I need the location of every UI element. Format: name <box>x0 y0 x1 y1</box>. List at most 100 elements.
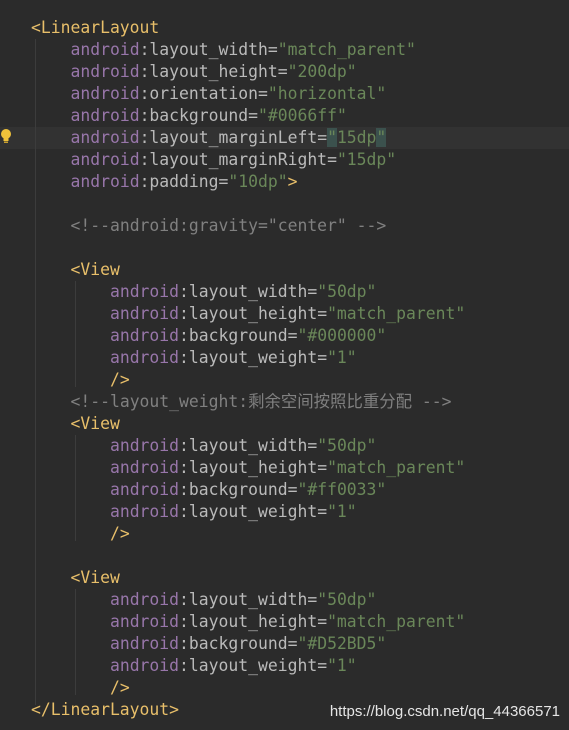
code-token: android <box>109 458 180 477</box>
code-line[interactable]: android:padding="10dp"> <box>0 171 569 193</box>
code-token: = <box>317 128 328 147</box>
indent-guide <box>75 281 76 387</box>
code-token: = <box>317 348 328 367</box>
code-line[interactable]: android:layout_marginRight="15dp" <box>0 149 569 171</box>
code-line[interactable]: <View <box>0 413 569 435</box>
code-token: :orientation <box>139 84 258 103</box>
code-line[interactable]: android:layout_weight="1" <box>0 347 569 369</box>
code-line-text: android:background="#ff0033" <box>31 479 386 501</box>
code-line[interactable]: android:layout_weight="1" <box>0 655 569 677</box>
code-token: android <box>70 62 140 81</box>
code-token: "1" <box>327 502 357 521</box>
code-token: = <box>317 304 328 323</box>
code-line[interactable]: android:layout_width="50dp" <box>0 589 569 611</box>
code-token: = <box>267 40 278 59</box>
code-token: android <box>109 326 180 345</box>
code-token: "match_parent" <box>277 40 416 59</box>
code-line[interactable]: android:layout_width="50dp" <box>0 281 569 303</box>
code-token: "10dp" <box>228 172 288 191</box>
code-line[interactable]: <!--layout_weight:剩余空间按照比重分配 --> <box>0 391 569 413</box>
code-token: > <box>287 172 298 191</box>
code-token: :layout_height <box>139 62 278 81</box>
code-token: :layout_width <box>179 436 308 455</box>
code-line[interactable]: android:background="#000000" <box>0 325 569 347</box>
code-line[interactable]: android:layout_height="match_parent" <box>0 303 569 325</box>
code-token: android <box>109 502 180 521</box>
code-line[interactable]: android:orientation="horizontal" <box>0 83 569 105</box>
code-line[interactable]: android:layout_width="50dp" <box>0 435 569 457</box>
indent-guide <box>35 39 36 705</box>
code-line[interactable]: <View <box>0 567 569 589</box>
code-token: "50dp" <box>317 436 377 455</box>
code-line-text: android:layout_height="match_parent" <box>31 303 465 325</box>
code-token: :layout_width <box>179 282 308 301</box>
code-line-text: android:orientation="horizontal" <box>31 83 386 105</box>
code-token: "match_parent" <box>327 612 466 631</box>
code-token: = <box>307 590 318 609</box>
code-token: <!--android:gravity="center" --> <box>70 216 387 235</box>
code-line[interactable]: android:layout_marginLeft="15dp" <box>0 127 569 149</box>
code-editor[interactable]: <LinearLayout android:layout_width="matc… <box>0 0 569 730</box>
code-line[interactable]: android:background="#D52BD5" <box>0 633 569 655</box>
code-line[interactable] <box>0 545 569 567</box>
code-line-text: <View <box>31 567 119 589</box>
code-line[interactable]: android:layout_height="match_parent" <box>0 457 569 479</box>
code-token: "#0066ff" <box>258 106 347 125</box>
code-line-text: /> <box>31 523 130 545</box>
code-line[interactable]: <LinearLayout <box>0 17 569 39</box>
code-line[interactable]: /> <box>0 369 569 391</box>
code-token: "200dp" <box>287 62 357 81</box>
code-line[interactable] <box>0 193 569 215</box>
code-line-text: android:layout_weight="1" <box>31 501 357 523</box>
code-line[interactable]: android:layout_weight="1" <box>0 501 569 523</box>
code-token: android <box>109 634 180 653</box>
code-line-text: /> <box>31 677 130 699</box>
code-token: :layout_height <box>179 458 318 477</box>
indent-guide <box>75 435 76 541</box>
code-token: "#000000" <box>297 326 387 345</box>
code-token: android <box>109 304 180 323</box>
code-line[interactable]: /> <box>0 523 569 545</box>
code-token: android <box>70 150 140 169</box>
code-token: :layout_weight <box>179 348 318 367</box>
code-line-text: android:background="#D52BD5" <box>31 633 386 655</box>
code-token: :layout_width <box>179 590 308 609</box>
code-line-text: <LinearLayout <box>31 17 159 39</box>
code-line-text: android:layout_marginRight="15dp" <box>31 149 396 171</box>
code-token: = <box>277 62 288 81</box>
code-line-text: android:layout_width="50dp" <box>31 589 376 611</box>
code-line[interactable] <box>0 237 569 259</box>
code-token: android <box>70 84 140 103</box>
code-line[interactable]: android:background="#0066ff" <box>0 105 569 127</box>
lightbulb-icon[interactable] <box>0 128 12 144</box>
code-line-text: <!--android:gravity="center" --> <box>31 215 386 237</box>
code-token: = <box>287 326 298 345</box>
code-token: "1" <box>327 348 357 367</box>
code-line[interactable]: <View <box>0 259 569 281</box>
code-token: :padding <box>139 172 219 191</box>
code-line[interactable]: android:background="#ff0033" <box>0 479 569 501</box>
code-token: "50dp" <box>317 282 377 301</box>
code-line[interactable]: /> <box>0 677 569 699</box>
code-line[interactable]: android:layout_height="match_parent" <box>0 611 569 633</box>
code-line[interactable]: android:layout_width="match_parent" <box>0 39 569 61</box>
code-line[interactable]: <!--android:gravity="center" --> <box>0 215 569 237</box>
code-token: = <box>317 502 328 521</box>
code-token: :layout_weight <box>179 502 318 521</box>
code-line[interactable]: android:layout_height="200dp" <box>0 61 569 83</box>
code-token: "1" <box>327 656 357 675</box>
code-line-text: </LinearLayout> <box>31 699 179 721</box>
